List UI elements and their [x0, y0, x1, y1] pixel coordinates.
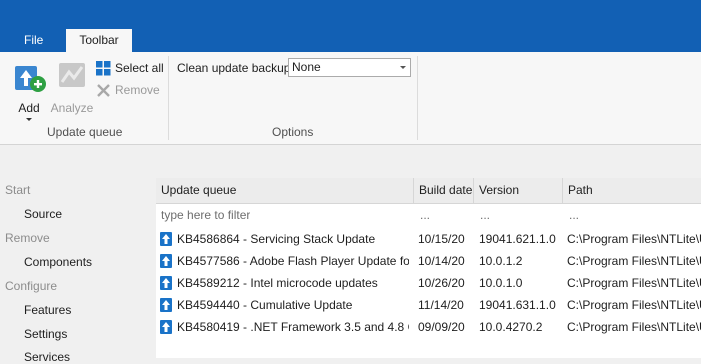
column-header-path[interactable]: Path	[563, 178, 701, 203]
build-date-cell: 11/14/20	[418, 298, 464, 312]
analyze-button-label: Analyze	[50, 101, 94, 115]
clean-update-backup-label: Clean update backup	[177, 61, 291, 75]
select-all-label: Select all	[115, 61, 164, 75]
update-name-cell: KB4589212 - Intel microcode updates	[177, 276, 378, 290]
update-queue-group-label: Update queue	[47, 125, 123, 139]
select-all-button[interactable]: Select all	[96, 59, 164, 77]
filter-row: type here to filter ... ... ...	[156, 204, 701, 226]
path-cell: C:\Program Files\NTLite\Up	[567, 232, 701, 246]
build-date-cell: 09/09/20	[418, 320, 465, 334]
remove-icon	[97, 83, 110, 97]
analyze-icon	[59, 63, 85, 87]
build-date-cell: 10/14/20	[418, 254, 465, 268]
update-name-cell: KB4580419 - .NET Framework 3.5 and 4.8 C…	[177, 320, 409, 334]
ribbon-separator	[417, 56, 418, 140]
options-group-label: Options	[272, 125, 314, 139]
path-cell: C:\Program Files\NTLite\Up	[567, 320, 701, 334]
path-cell: C:\Program Files\NTLite\Up	[567, 298, 701, 312]
sidebar-heading-remove: Remove	[5, 231, 50, 245]
column-header-update-queue[interactable]: Update queue	[156, 178, 414, 203]
filter-input-update-queue[interactable]: type here to filter	[161, 204, 250, 226]
update-queue-table: Update queue Build date Version Path typ…	[156, 178, 701, 358]
sidebar-item-components[interactable]: Components	[24, 255, 92, 269]
sidebar-item-source[interactable]: Source	[24, 207, 62, 221]
menu-tab-toolbar[interactable]: Toolbar	[66, 29, 132, 52]
remove-button[interactable]: Remove	[96, 81, 160, 99]
filter-input-version[interactable]: ...	[480, 204, 490, 226]
table-row[interactable]: KB4580419 - .NET Framework 3.5 and 4.8 C…	[156, 316, 701, 338]
version-cell: 10.0.1.2	[479, 254, 523, 268]
build-date-cell: 10/26/20	[418, 276, 465, 290]
sidebar: Start Source Remove Components Configure…	[0, 178, 156, 364]
table-row[interactable]: KB4577586 - Adobe Flash Player Update fo…	[156, 250, 701, 272]
column-header-build-date[interactable]: Build date	[414, 178, 474, 203]
add-button-label: Add	[18, 101, 40, 115]
analyze-button[interactable]: Analyze	[50, 58, 94, 120]
update-package-icon	[160, 298, 172, 312]
update-name-cell: KB4586864 - Servicing Stack Update	[177, 232, 376, 246]
menu-tab-file[interactable]: File	[14, 29, 53, 52]
version-cell: 10.0.1.0	[479, 276, 523, 290]
sidebar-item-services[interactable]: Services	[24, 350, 70, 364]
update-package-icon	[160, 254, 172, 268]
sidebar-heading-configure: Configure	[5, 279, 58, 293]
filter-input-build-date[interactable]: ...	[420, 204, 430, 226]
build-date-cell: 10/15/20	[418, 232, 465, 246]
sidebar-item-features[interactable]: Features	[24, 303, 71, 317]
ribbon-separator	[168, 56, 169, 140]
sidebar-heading-start: Start	[5, 183, 31, 197]
select-all-icon	[96, 60, 111, 75]
chevron-down-icon	[400, 66, 406, 69]
filter-input-path[interactable]: ...	[569, 204, 579, 226]
clean-update-backup-value: None	[292, 60, 321, 74]
add-update-icon	[15, 66, 46, 92]
sidebar-item-settings[interactable]: Settings	[24, 327, 67, 341]
chevron-down-icon[interactable]	[26, 118, 32, 121]
update-package-icon	[160, 232, 172, 246]
path-cell: C:\Program Files\NTLite\Up	[567, 254, 701, 268]
add-button[interactable]: Add	[8, 58, 50, 121]
update-package-icon	[160, 320, 172, 334]
version-cell: 10.0.4270.2	[479, 320, 543, 334]
column-header-version[interactable]: Version	[474, 178, 563, 203]
version-cell: 19041.631.1.0	[479, 298, 556, 312]
clean-update-backup-select[interactable]: None	[288, 58, 411, 77]
version-cell: 19041.621.1.0	[479, 232, 556, 246]
update-name-cell: KB4577586 - Adobe Flash Player Update fo…	[177, 254, 409, 268]
path-cell: C:\Program Files\NTLite\Up	[567, 276, 701, 290]
update-package-icon	[160, 276, 172, 290]
remove-label: Remove	[115, 83, 160, 97]
update-name-cell: KB4594440 - Cumulative Update	[177, 298, 353, 312]
table-row[interactable]: KB4594440 - Cumulative Update 11/14/20 190…	[156, 294, 701, 316]
table-row[interactable]: KB4586864 - Servicing Stack Update 10/15/…	[156, 228, 701, 250]
table-header: Update queue Build date Version Path	[156, 178, 701, 204]
table-row[interactable]: KB4589212 - Intel microcode updates 10/26…	[156, 272, 701, 294]
